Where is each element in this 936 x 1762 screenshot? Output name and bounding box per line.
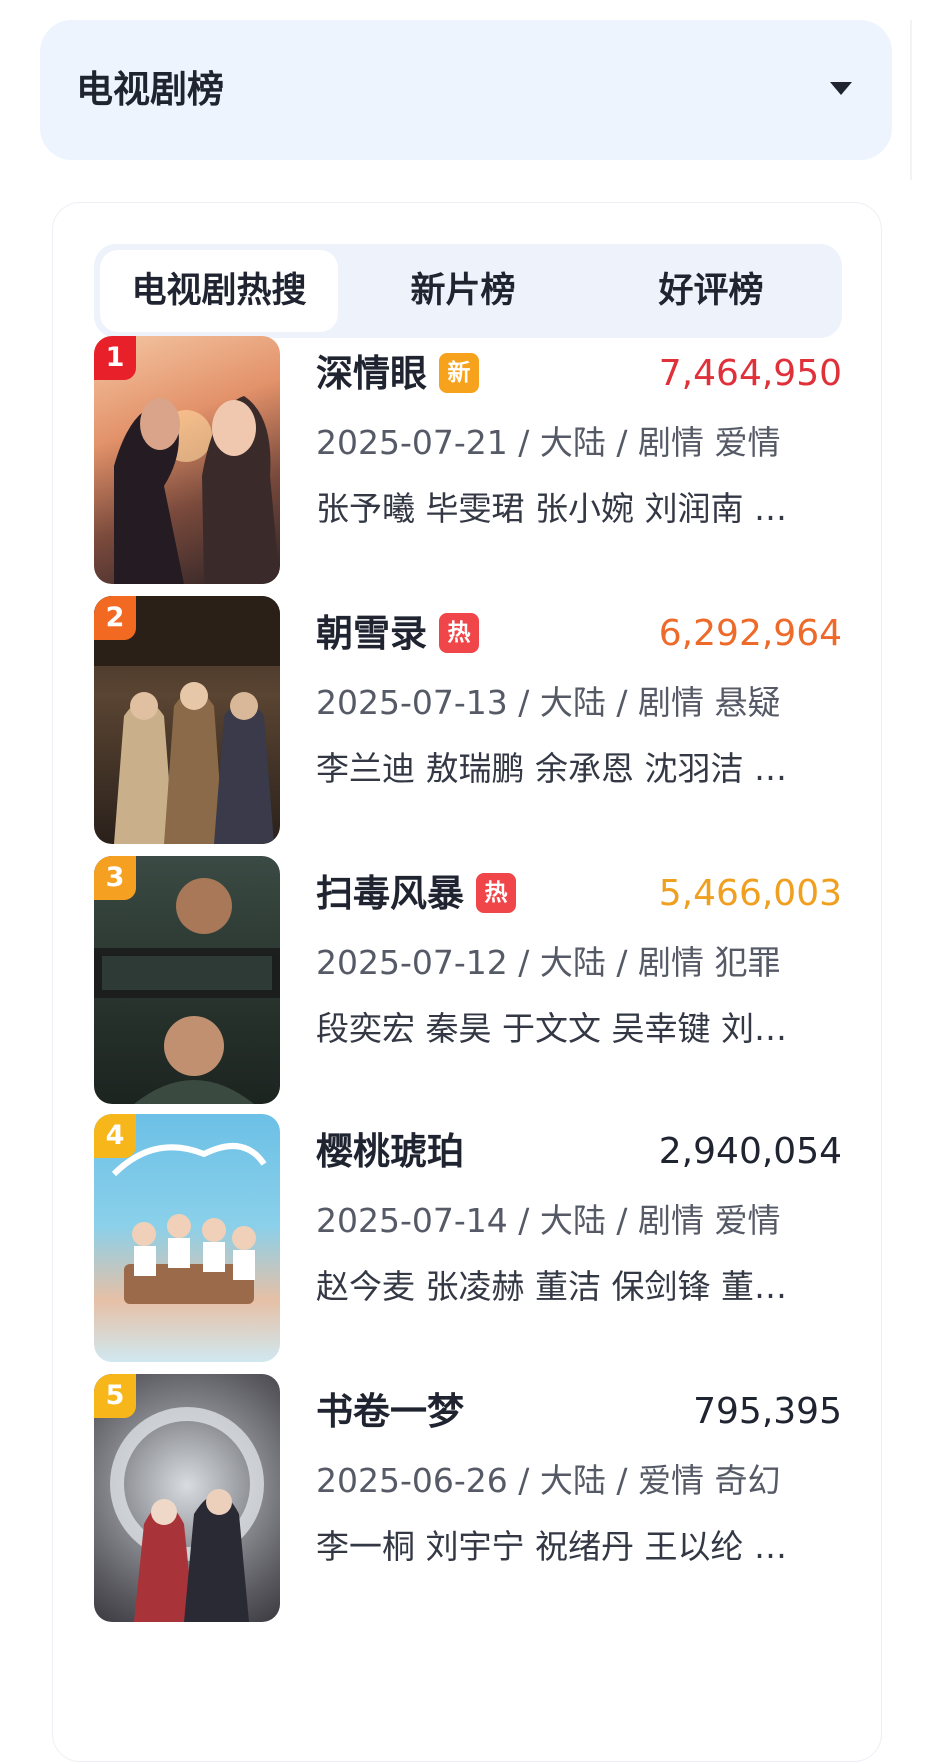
show-meta: 2025-07-13 / 大陆 / 剧情 悬疑	[316, 683, 781, 722]
rank-badge: 4	[94, 1114, 136, 1158]
heat-score: 795,395	[693, 1391, 842, 1432]
show-meta: 2025-06-26 / 大陆 / 爱情 奇幻	[316, 1461, 781, 1500]
show-meta: 2025-07-21 / 大陆 / 剧情 爱情	[316, 423, 781, 462]
heat-score: 6,292,964	[658, 613, 842, 654]
show-title[interactable]: 深情眼	[316, 352, 427, 395]
poster-image[interactable]: 4	[94, 1114, 280, 1362]
show-cast: 段奕宏 秦昊 于文文 吴幸键 刘…	[316, 1009, 787, 1048]
list-item-2[interactable]: 2 朝雪录热 6,292,964 2025-07-13 / 大陆 / 剧情 悬疑…	[94, 596, 842, 846]
scrollbar[interactable]	[910, 20, 912, 180]
hot-badge: 热	[476, 872, 516, 913]
poster-image[interactable]: 2	[94, 596, 280, 844]
show-cast: 李一桐 刘宇宁 祝绪丹 王以纶 …	[316, 1527, 787, 1566]
list-item-5[interactable]: 5 书卷一梦 795,395 2025-06-26 / 大陆 / 爱情 奇幻 李…	[94, 1374, 842, 1624]
show-cast: 赵今麦 张凌赫 董洁 保剑锋 董…	[316, 1267, 787, 1306]
rank-badge: 2	[94, 596, 136, 640]
poster-image[interactable]: 1	[94, 336, 280, 584]
hot-badge: 热	[439, 612, 479, 653]
new-badge: 新	[439, 352, 479, 393]
show-title[interactable]: 扫毒风暴	[316, 872, 464, 915]
chart-type-dropdown[interactable]: 电视剧榜	[40, 20, 892, 160]
tab-top-rated[interactable]: 好评榜	[592, 250, 830, 332]
rank-badge: 5	[94, 1374, 136, 1418]
show-title[interactable]: 朝雪录	[316, 612, 427, 655]
poster-image[interactable]: 3	[94, 856, 280, 1104]
show-cast: 李兰迪 敖瑞鹏 余承恩 沈羽洁 …	[316, 749, 787, 788]
tab-tv-hot-search[interactable]: 电视剧热搜	[100, 250, 338, 332]
caret-down-icon[interactable]	[830, 82, 852, 95]
list-item-3[interactable]: 3 扫毒风暴热 5,466,003 2025-07-12 / 大陆 / 剧情 犯…	[94, 856, 842, 1106]
rank-badge: 3	[94, 856, 136, 900]
dropdown-label: 电视剧榜	[76, 68, 224, 111]
rank-badge: 1	[94, 336, 136, 380]
heat-score: 2,940,054	[658, 1131, 842, 1172]
list-item-4[interactable]: 4 樱桃琥珀 2,940,054 2025-07-14 / 大陆 / 剧情 爱情…	[94, 1114, 842, 1364]
heat-score: 7,464,950	[658, 353, 842, 394]
list-item-1[interactable]: 1 深情眼新 7,464,950 2025-07-21 / 大陆 / 剧情 爱情…	[94, 336, 842, 586]
show-cast: 张予曦 毕雯珺 张小婉 刘润南 …	[316, 489, 787, 528]
show-title[interactable]: 书卷一梦	[316, 1390, 464, 1433]
poster-image[interactable]: 5	[94, 1374, 280, 1622]
show-meta: 2025-07-12 / 大陆 / 剧情 犯罪	[316, 943, 781, 982]
heat-score: 5,466,003	[658, 873, 842, 914]
show-title[interactable]: 樱桃琥珀	[316, 1130, 464, 1173]
tab-new-releases[interactable]: 新片榜	[344, 250, 582, 332]
show-meta: 2025-07-14 / 大陆 / 剧情 爱情	[316, 1201, 781, 1240]
tab-bar: 电视剧热搜 新片榜 好评榜	[94, 244, 842, 338]
